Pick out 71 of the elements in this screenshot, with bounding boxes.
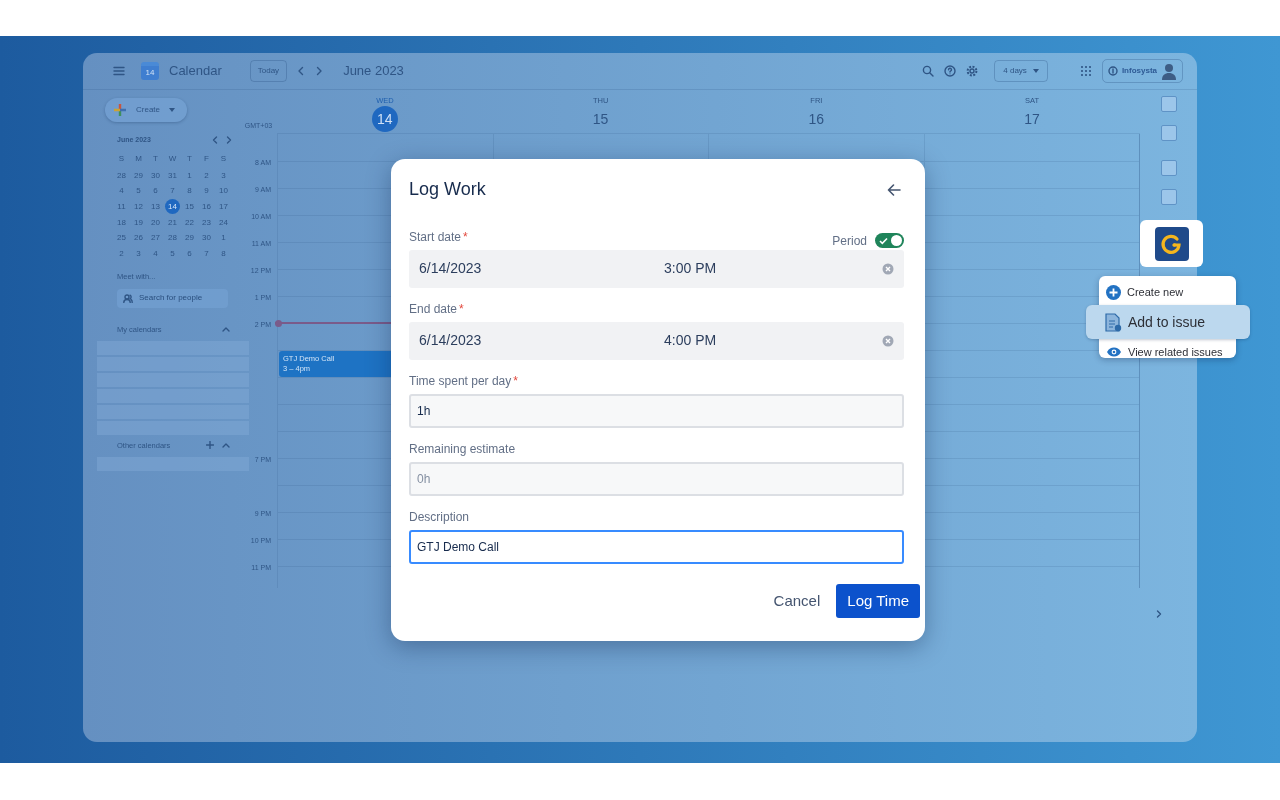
people-search-field[interactable]: Search for people bbox=[117, 288, 228, 308]
caret-icon bbox=[169, 108, 175, 112]
date-time-field[interactable]: 6/14/2023 4:00 PM bbox=[409, 321, 904, 360]
current-period: June 2023 bbox=[343, 62, 404, 81]
mini-calendar-day[interactable]: 12 bbox=[131, 198, 146, 214]
avatar-icon bbox=[1161, 62, 1177, 80]
day-number[interactable]: 14 bbox=[371, 106, 398, 133]
plus-icon[interactable] bbox=[206, 441, 214, 450]
calendar-logo: 14 bbox=[141, 62, 159, 80]
menu-item[interactable]: View related issues bbox=[1099, 340, 1236, 364]
app-title: Calendar bbox=[169, 62, 222, 81]
check-icon bbox=[879, 236, 888, 245]
document-icon bbox=[1105, 312, 1122, 332]
chevron-up-icon[interactable] bbox=[222, 442, 230, 449]
day-number[interactable]: 17 bbox=[1019, 106, 1046, 133]
day-number[interactable]: 16 bbox=[803, 106, 830, 133]
app-logo-icon bbox=[1154, 226, 1189, 261]
time-value: 4:00 PM bbox=[664, 331, 718, 351]
chevron-right-icon[interactable] bbox=[315, 66, 324, 76]
day-number[interactable]: 15 bbox=[587, 106, 614, 133]
clear-icon[interactable] bbox=[882, 334, 894, 347]
date-time-field[interactable]: 6/14/2023 3:00 PM bbox=[409, 249, 904, 288]
log-time-button[interactable]: Log Time bbox=[836, 583, 920, 619]
side-panel-icon[interactable] bbox=[1160, 125, 1177, 141]
menu-item[interactable]: Create new bbox=[1099, 280, 1236, 304]
clear-icon[interactable] bbox=[882, 262, 894, 275]
current-time-dot bbox=[275, 320, 282, 327]
field-label: Description bbox=[409, 508, 470, 526]
company-logo-icon bbox=[1107, 66, 1118, 76]
date-value: 6/14/2023 bbox=[419, 259, 483, 279]
toggle-label: Period bbox=[832, 232, 867, 250]
input-field[interactable]: 1h bbox=[409, 393, 904, 428]
chevron-right-icon[interactable] bbox=[226, 136, 232, 145]
caret-icon bbox=[1032, 69, 1039, 73]
addon-launcher[interactable] bbox=[1140, 220, 1203, 267]
input-field[interactable]: 0h bbox=[409, 461, 904, 496]
weekday-label: W bbox=[168, 153, 177, 166]
side-panel-icon[interactable] bbox=[1160, 189, 1177, 205]
date-value: 6/14/2023 bbox=[419, 331, 483, 351]
chevron-left-icon[interactable] bbox=[297, 66, 306, 76]
cancel-button[interactable]: Cancel bbox=[765, 583, 829, 619]
field-label: Remaining estimate bbox=[409, 440, 516, 458]
field-label: Start date * bbox=[409, 228, 468, 246]
create-button[interactable]: Create bbox=[105, 98, 187, 122]
apps-grid-icon[interactable] bbox=[1079, 65, 1092, 77]
side-panel-icon[interactable] bbox=[1160, 96, 1177, 112]
chevron-right-icon[interactable] bbox=[1156, 610, 1162, 618]
field-label: End date * bbox=[409, 300, 464, 318]
input-field[interactable]: GTJ Demo Call bbox=[409, 529, 904, 564]
menu-icon[interactable] bbox=[113, 66, 125, 76]
account-name: Infosysta bbox=[1121, 65, 1157, 77]
view-dropdown[interactable]: 4 days bbox=[994, 60, 1048, 82]
account-button[interactable]: Infosysta bbox=[1101, 59, 1183, 83]
time-value: 3:00 PM bbox=[664, 259, 718, 279]
side-panel-icon[interactable] bbox=[1160, 160, 1177, 176]
mini-calendar-day[interactable]: 22 bbox=[182, 214, 197, 230]
mini-calendar-day[interactable]: 24 bbox=[216, 214, 231, 230]
menu-item[interactable]: Add to issue bbox=[1086, 305, 1250, 339]
chevron-left-icon[interactable] bbox=[212, 136, 218, 145]
back-arrow-icon[interactable] bbox=[887, 183, 901, 196]
period-toggle[interactable] bbox=[875, 233, 904, 249]
chevron-up-icon[interactable] bbox=[222, 326, 230, 333]
mini-calendar-day[interactable]: 14 bbox=[165, 198, 180, 214]
plus-circle-icon bbox=[1106, 284, 1121, 300]
help-icon[interactable] bbox=[944, 65, 957, 77]
settings-icon[interactable] bbox=[966, 65, 979, 77]
plus-icon bbox=[113, 103, 127, 117]
search-icon[interactable] bbox=[922, 65, 935, 77]
people-icon bbox=[123, 293, 133, 303]
dialog-title: Log Work bbox=[409, 179, 486, 201]
weekday-label: M bbox=[135, 153, 142, 166]
